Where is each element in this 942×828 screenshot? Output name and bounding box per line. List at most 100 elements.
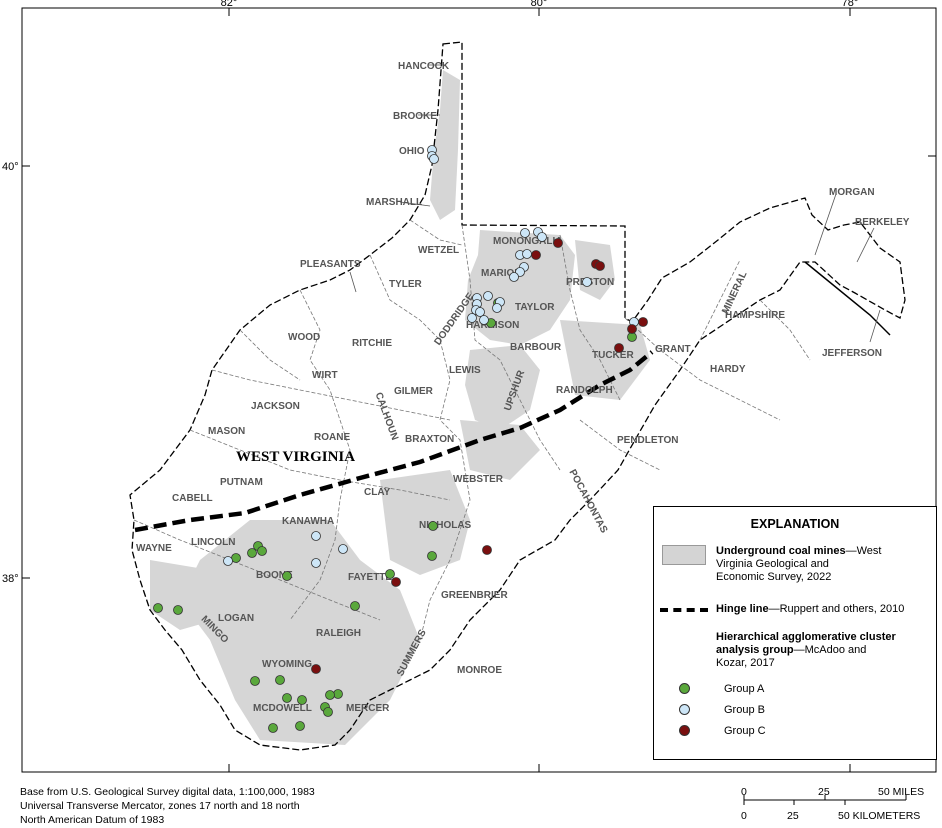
county-label: GRANT: [655, 344, 691, 355]
county-label: PUTNAM: [220, 477, 263, 488]
lat-tick-38: 38°: [2, 573, 19, 585]
credit-line-1: Base from U.S. Geological Survey digital…: [20, 786, 315, 798]
county-label: WIRT: [312, 370, 338, 381]
legend-title: EXPLANATION: [750, 517, 840, 531]
group-c-site: [482, 545, 492, 555]
legend-mines-line3: Economic Survey, 2022: [716, 571, 832, 583]
county-label: ROANE: [314, 432, 350, 443]
county-label: LOGAN: [218, 613, 254, 624]
group-a-site: [257, 546, 267, 556]
group-b-site: [537, 232, 547, 242]
group-b-site: [492, 303, 502, 313]
county-label: HAMPSHIRE: [725, 310, 785, 321]
group-c-site: [553, 238, 563, 248]
group-a-site: [295, 721, 305, 731]
legend-hinge-text: Hinge line—Ruppert and others, 2010: [716, 603, 904, 616]
county-label: BERKELEY: [855, 217, 910, 228]
lon-tick-80: 80°: [531, 0, 548, 9]
legend-mines-bold: Underground coal mines: [716, 545, 846, 557]
county-label: MINERAL: [720, 270, 749, 316]
group-a-site: [297, 695, 307, 705]
county-label: KANAWHA: [282, 516, 334, 527]
hinge-line-swatch: [660, 608, 708, 612]
county-label: OHIO: [399, 146, 425, 157]
county-label: CABELL: [172, 493, 213, 504]
scale-miles-25: 25: [818, 786, 830, 798]
group-c-site: [595, 261, 605, 271]
county-label: WOOD: [288, 332, 320, 343]
group-b-site: [467, 313, 477, 323]
group-b-site: [338, 544, 348, 554]
legend-cluster-line1: Hierarchical agglomerative cluster: [716, 631, 896, 643]
legend-box: EXPLANATION Underground coal mines—West …: [653, 506, 937, 760]
group-b-site: [520, 228, 530, 238]
group-c-site: [638, 317, 648, 327]
scale-miles-0: 0: [741, 786, 747, 798]
county-label: PENDLETON: [617, 435, 679, 446]
county-label: TYLER: [389, 279, 423, 290]
county-label: RALEIGH: [316, 628, 361, 639]
legend-mines-rest: —West: [845, 545, 882, 557]
county-label: BRAXTON: [405, 434, 454, 445]
coal-mines-swatch: [662, 545, 706, 565]
group-a-site: [153, 603, 163, 613]
county-label: WYOMING: [262, 659, 312, 670]
legend-cluster-text: Hierarchical agglomerative cluster analy…: [716, 631, 931, 670]
group-b-site: [479, 315, 489, 325]
county-label: JEFFERSON: [822, 348, 882, 359]
group-c-site: [391, 577, 401, 587]
county-label: HANCOCK: [398, 61, 450, 72]
group-b-site: [311, 531, 321, 541]
group-b-swatch: [679, 704, 690, 715]
group-a-site: [428, 521, 438, 531]
group-b-site: [475, 307, 485, 317]
group-a-site: [247, 548, 257, 558]
county-label: BROOKE: [393, 111, 437, 122]
group-a-site: [282, 693, 292, 703]
group-a-site: [275, 675, 285, 685]
county-label: WETZEL: [418, 245, 459, 256]
county-label: RITCHIE: [352, 338, 392, 349]
county-label: MONONGALIA: [493, 236, 562, 247]
county-label: MASON: [208, 426, 245, 437]
county-label: MARSHALL: [366, 197, 422, 208]
coal-mine-areas: [150, 70, 650, 745]
lon-tick-78: 78°: [842, 0, 859, 9]
legend-hinge-rest: —Ruppert and others, 2010: [768, 603, 905, 615]
group-c-site: [614, 343, 624, 353]
county-label: LINCOLN: [191, 537, 235, 548]
county-label: PLEASANTS: [300, 259, 361, 270]
county-label: JACKSON: [251, 401, 300, 412]
group-b-site: [509, 272, 519, 282]
group-b-site: [311, 558, 321, 568]
group-c-site: [627, 324, 637, 334]
county-label: MERCER: [346, 703, 390, 714]
county-label: NICHOLAS: [419, 520, 472, 531]
scale-km-50: 50 KILOMETERS: [838, 810, 921, 822]
county-label: TAYLOR: [515, 302, 555, 313]
lat-tick-40: 40°: [2, 161, 19, 173]
leader-lines: [349, 64, 881, 343]
county-label: GILMER: [394, 386, 434, 397]
group-a-site: [385, 569, 395, 579]
county-label: MONROE: [457, 665, 502, 676]
county-label: RANDOLPH: [556, 385, 613, 396]
group-c-site: [531, 250, 541, 260]
state-boundary-east: [804, 261, 891, 336]
county-label: WEBSTER: [453, 474, 504, 485]
county-label: MORGAN: [829, 187, 875, 198]
group-b-site: [582, 277, 592, 287]
county-label: LEWIS: [449, 365, 481, 376]
county-label: CALHOUN: [373, 391, 400, 442]
scale-km-25: 25: [787, 810, 799, 822]
legend-group-a: Group A: [724, 683, 765, 695]
county-label: POCAHONTAS: [567, 468, 610, 536]
group-b-site: [223, 556, 233, 566]
scale-km-0: 0: [741, 810, 747, 822]
group-b-site: [483, 291, 493, 301]
county-label: WAYNE: [136, 543, 172, 554]
group-a-site: [282, 571, 292, 581]
legend-group-c: Group C: [724, 725, 766, 737]
group-a-swatch: [679, 683, 690, 694]
lon-tick-82: 82°: [221, 0, 238, 9]
